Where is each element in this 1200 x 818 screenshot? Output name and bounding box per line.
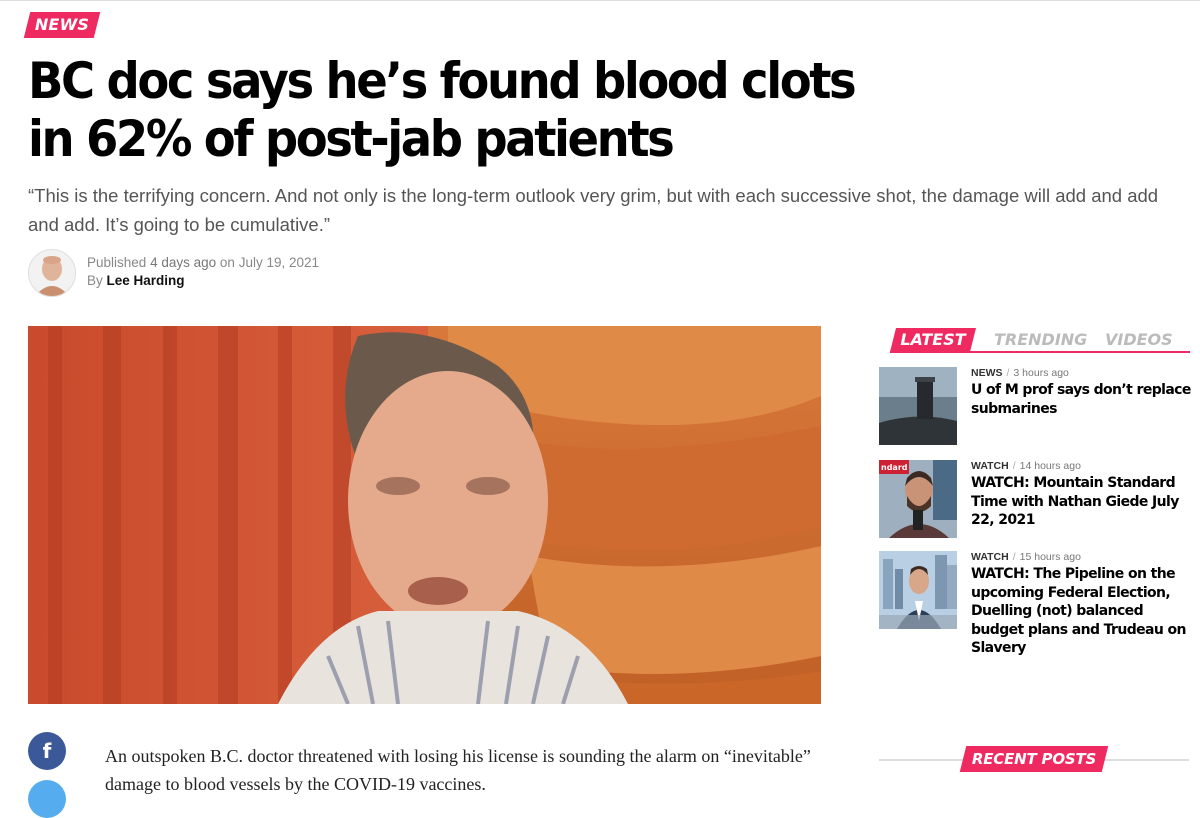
post-time: 14 hours ago bbox=[1019, 460, 1081, 472]
category-badge[interactable]: NEWS bbox=[23, 12, 101, 38]
post-title[interactable]: WATCH: Mountain Standard Time with Natha… bbox=[971, 474, 1193, 530]
avatar-portrait-icon bbox=[29, 250, 75, 296]
published-label: Published bbox=[87, 255, 147, 270]
top-border bbox=[0, 0, 1200, 1]
sidebar-post[interactable]: ndard WATCH/14 hours ago WATCH: Mountain… bbox=[879, 460, 1191, 540]
published-date: July 19, 2021 bbox=[238, 255, 319, 270]
submarine-image bbox=[879, 367, 957, 445]
tab-latest[interactable]: LATEST bbox=[890, 328, 976, 352]
post-category[interactable]: WATCH bbox=[971, 460, 1009, 472]
thumb-caption: ndard bbox=[881, 463, 908, 472]
article-body-paragraph: An outspoken B.C. doctor threatened with… bbox=[105, 746, 811, 794]
sidebar-post[interactable]: NEWS/3 hours ago U of M prof says don’t … bbox=[879, 367, 1191, 447]
tab-videos[interactable]: VIDEOS bbox=[1105, 330, 1173, 349]
author-meta: By Lee Harding bbox=[87, 273, 185, 288]
podcast-host-image: ndard bbox=[879, 460, 957, 538]
by-label: By bbox=[87, 273, 103, 288]
published-on-label: on bbox=[219, 255, 235, 270]
video-still-image bbox=[28, 326, 821, 704]
article-headline: BC doc says he’s found blood clots in 62… bbox=[28, 52, 857, 168]
post-thumbnail[interactable]: ndard bbox=[879, 460, 957, 538]
category-label: NEWS bbox=[34, 15, 90, 34]
post-meta: WATCH/15 hours ago bbox=[971, 551, 1081, 563]
post-category[interactable]: NEWS bbox=[971, 367, 1003, 379]
sidebar-post[interactable]: WATCH/15 hours ago WATCH: The Pipeline o… bbox=[879, 551, 1191, 656]
post-title[interactable]: WATCH: The Pipeline on the upcoming Fede… bbox=[971, 565, 1193, 658]
featured-image[interactable] bbox=[28, 326, 821, 704]
post-meta: WATCH/14 hours ago bbox=[971, 460, 1081, 472]
recent-posts-label: RECENT POSTS bbox=[971, 750, 1097, 768]
facebook-share-button[interactable]: f bbox=[28, 732, 66, 770]
post-thumbnail[interactable] bbox=[879, 551, 957, 629]
article-subtitle: “This is the terrifying concern. And not… bbox=[28, 185, 1159, 235]
tab-trending[interactable]: TRENDING bbox=[994, 330, 1087, 349]
author-avatar[interactable] bbox=[28, 249, 76, 297]
post-title[interactable]: U of M prof says don’t replace submarine… bbox=[971, 381, 1193, 418]
facebook-icon: f bbox=[42, 739, 52, 763]
recent-posts-heading: RECENT POSTS bbox=[959, 746, 1109, 772]
tab-latest-label: LATEST bbox=[900, 330, 966, 349]
post-time: 15 hours ago bbox=[1019, 551, 1081, 563]
twitter-share-button[interactable] bbox=[28, 780, 66, 818]
published-relative: 4 days ago bbox=[150, 255, 217, 270]
author-link[interactable]: Lee Harding bbox=[107, 273, 185, 288]
published-meta: Published 4 days ago on July 19, 2021 bbox=[87, 255, 319, 270]
post-category[interactable]: WATCH bbox=[971, 551, 1009, 563]
city-host-image bbox=[879, 551, 957, 629]
post-thumbnail[interactable] bbox=[879, 367, 957, 445]
post-time: 3 hours ago bbox=[1013, 367, 1069, 379]
post-meta: NEWS/3 hours ago bbox=[971, 367, 1069, 379]
